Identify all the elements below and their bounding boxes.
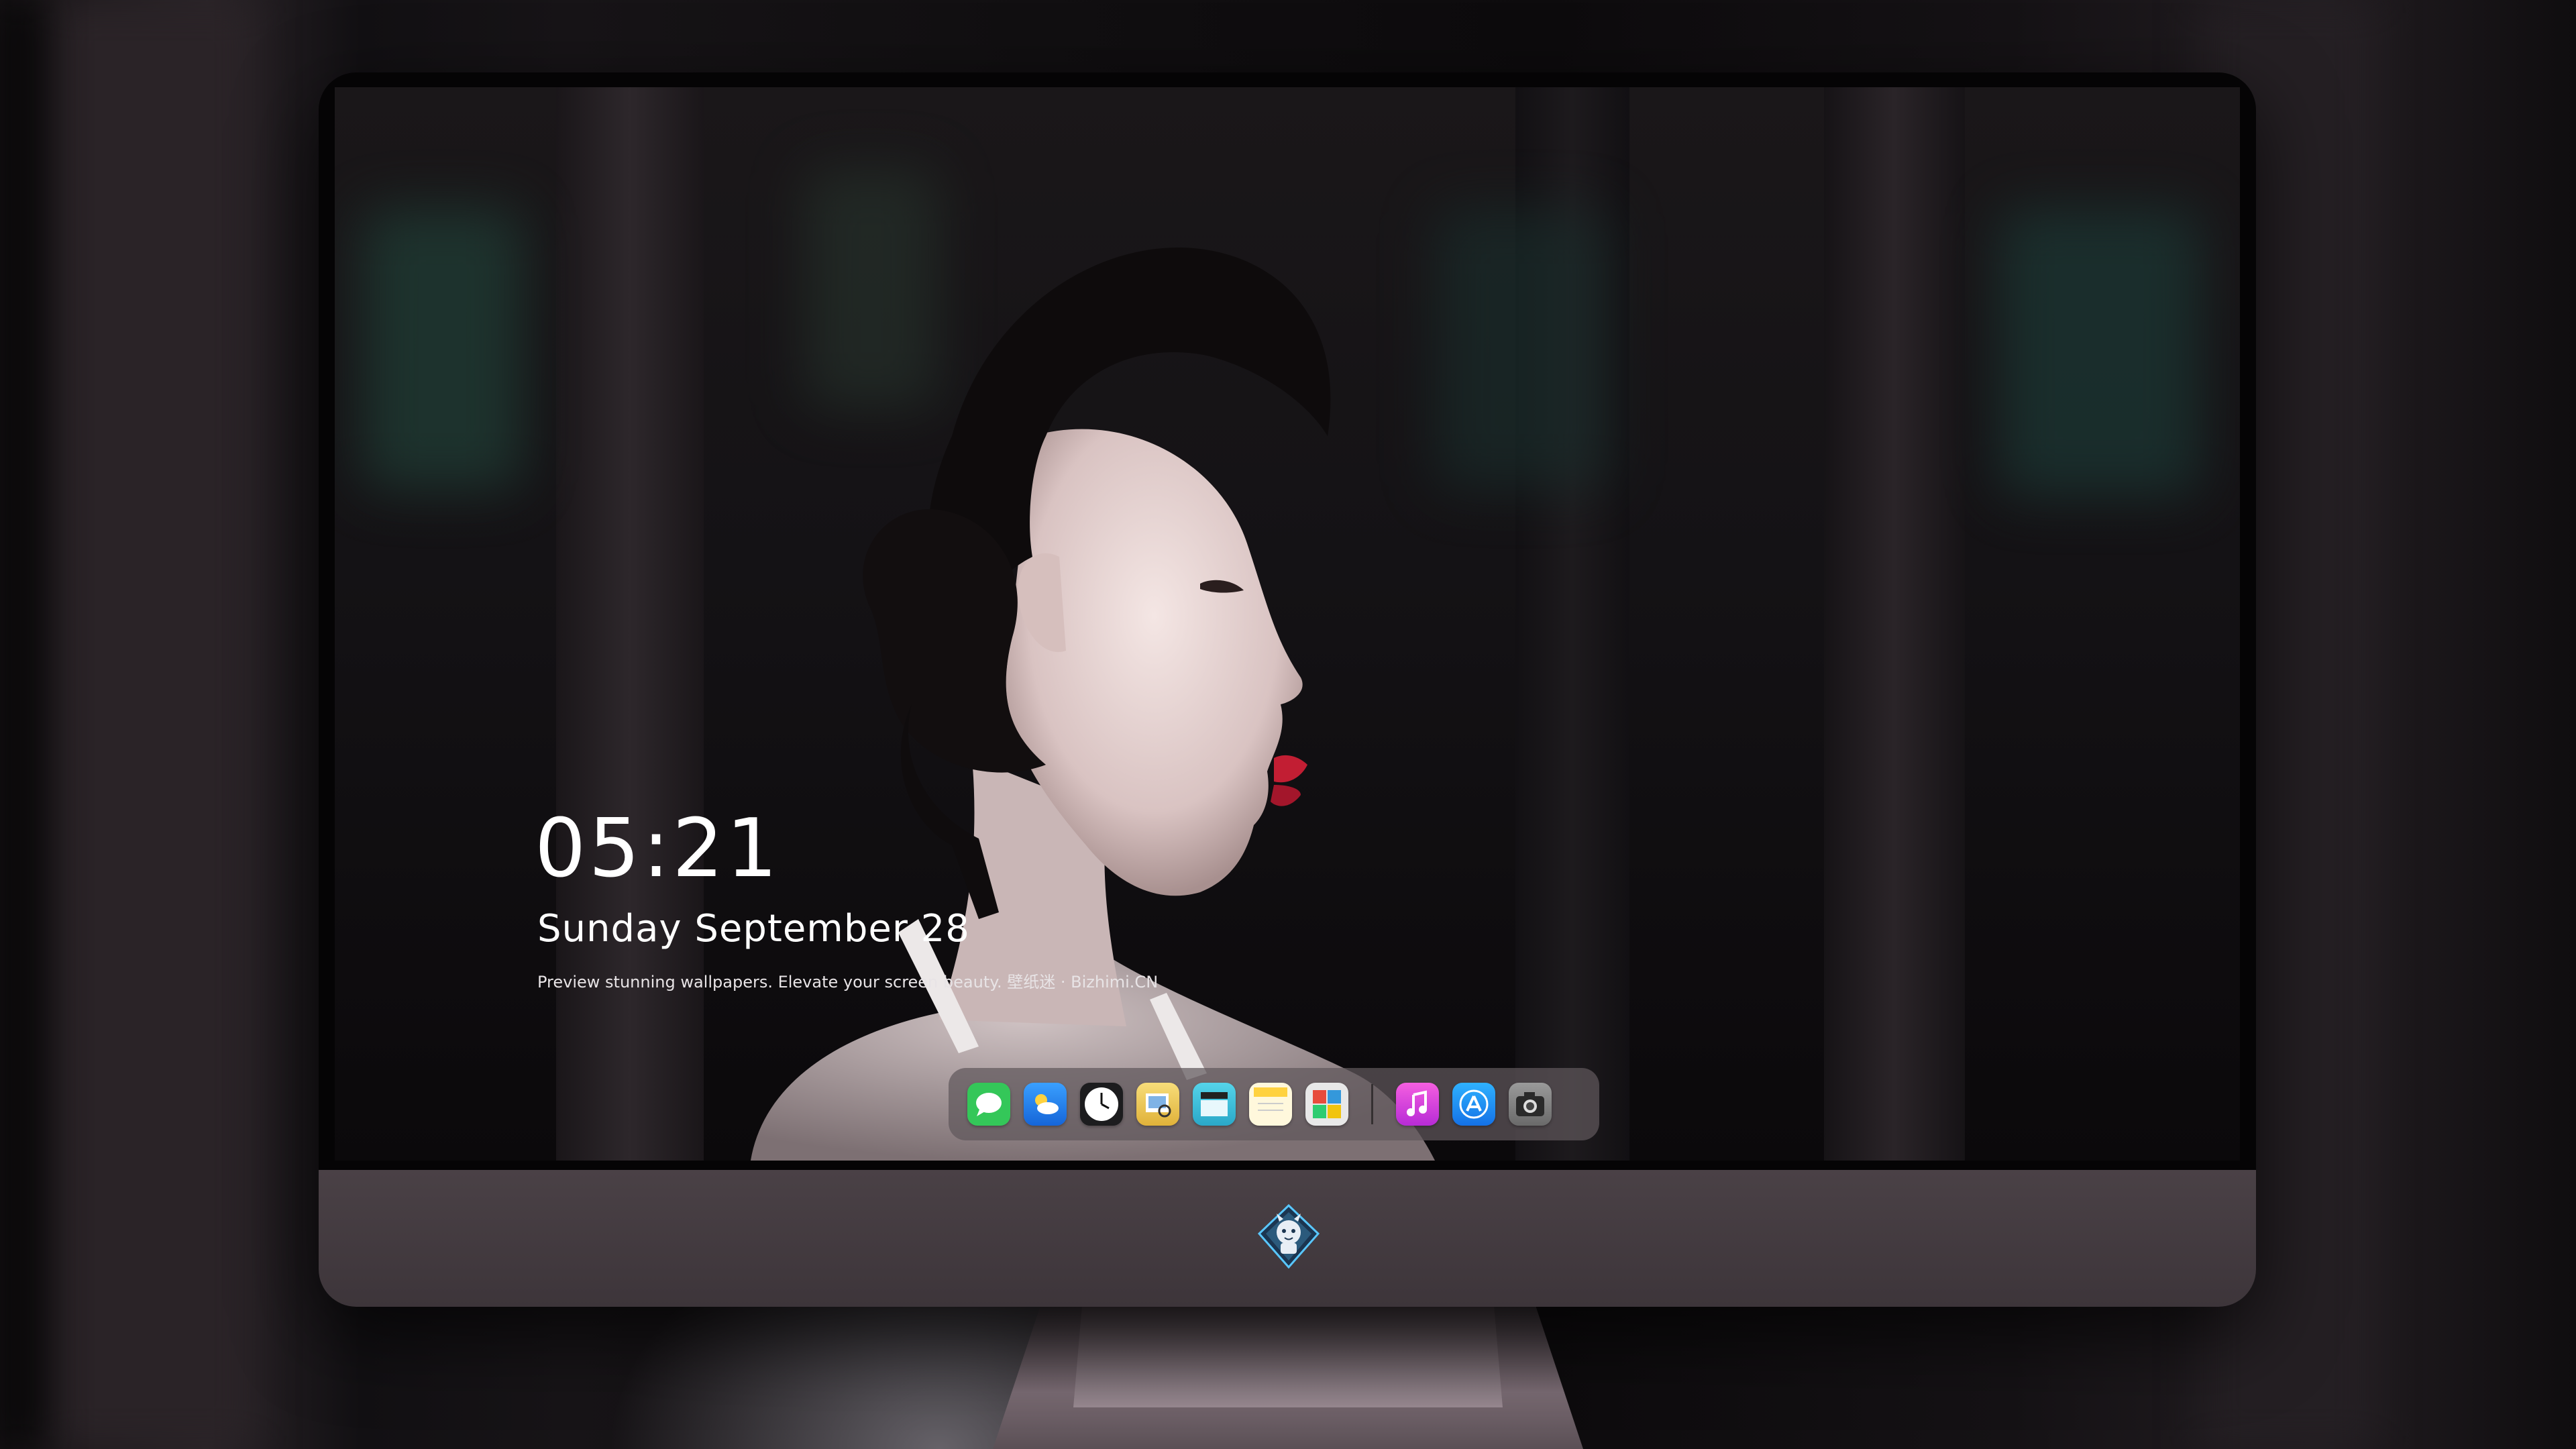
wallpaper-caption: Preview stunning wallpapers. Elevate you… [537, 973, 1159, 991]
music-icon[interactable] [1396, 1083, 1439, 1126]
blurred-edge [0, 0, 40, 1449]
messages-icon[interactable] [967, 1083, 1010, 1126]
dock [949, 1068, 1599, 1140]
weather-icon[interactable] [1024, 1083, 1067, 1126]
photo-booth-icon[interactable] [1305, 1083, 1348, 1126]
clock-icon[interactable] [1080, 1083, 1123, 1126]
camera-icon[interactable] [1509, 1083, 1552, 1126]
monitor-stand-neck [1073, 1307, 1503, 1407]
wallpaper-portrait [751, 248, 1435, 1161]
clips-icon[interactable] [1193, 1083, 1236, 1126]
blurred-pillar [54, 0, 255, 1449]
lockscreen-clock: 05:21 [535, 802, 780, 896]
app-store-icon[interactable] [1452, 1083, 1495, 1126]
dragon-badge-logo [1257, 1204, 1320, 1269]
preview-icon[interactable] [1136, 1083, 1179, 1126]
lockscreen-date: Sunday September 28 [537, 907, 970, 951]
screen: 05:21 Sunday September 28 Preview stunni… [335, 87, 2240, 1161]
dock-separator [1371, 1084, 1373, 1124]
notes-icon[interactable] [1249, 1083, 1292, 1126]
